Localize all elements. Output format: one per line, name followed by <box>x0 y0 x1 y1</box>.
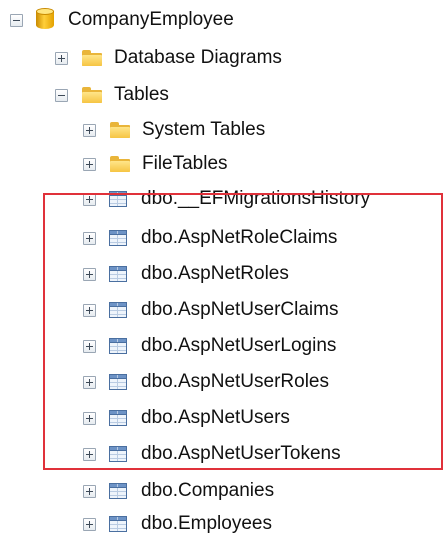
tree-node-label: dbo.AspNetRoles <box>141 263 289 284</box>
object-explorer-tree: CompanyEmployee Database Diagrams Tables… <box>0 0 445 540</box>
expand-toggle-icon[interactable] <box>83 157 96 171</box>
table-icon <box>109 410 127 426</box>
tree-node-label: FileTables <box>142 153 228 174</box>
folder-icon <box>81 86 103 104</box>
tree-node-table[interactable]: dbo.Employees <box>83 506 272 542</box>
folder-icon <box>109 121 131 139</box>
expand-toggle-icon[interactable] <box>83 267 96 281</box>
tree-node-table[interactable]: dbo.AspNetUserTokens <box>83 436 341 472</box>
table-icon <box>109 230 127 246</box>
table-icon <box>109 302 127 318</box>
tree-node-label: dbo.AspNetUserClaims <box>141 299 339 320</box>
tree-node-table[interactable]: dbo.Companies <box>83 473 274 509</box>
tree-node-label: Database Diagrams <box>114 47 282 68</box>
expand-toggle-icon[interactable] <box>83 484 96 498</box>
tree-node-label: Tables <box>114 84 169 105</box>
tree-node-label: dbo.Companies <box>141 480 275 501</box>
table-icon <box>109 516 127 532</box>
expand-toggle-icon[interactable] <box>83 411 96 425</box>
table-icon <box>109 374 127 390</box>
expand-toggle-icon[interactable] <box>83 123 96 137</box>
tree-node-label: dbo.Employees <box>141 513 272 534</box>
tree-node-table[interactable]: dbo.AspNetUserRoles <box>83 364 329 400</box>
expand-toggle-icon[interactable] <box>83 231 96 245</box>
expand-toggle-icon[interactable] <box>83 517 96 531</box>
tree-node-label: System Tables <box>142 119 266 140</box>
tree-node-database-diagrams[interactable]: Database Diagrams <box>55 40 282 76</box>
tree-node-label: dbo.AspNetUserLogins <box>141 335 337 356</box>
database-icon <box>36 8 54 32</box>
folder-icon <box>109 155 131 173</box>
tree-node-label: dbo.AspNetUsers <box>141 407 290 428</box>
tree-node-table[interactable]: dbo.__EFMigrationsHistory <box>83 181 370 217</box>
tree-node-table[interactable]: dbo.AspNetRoleClaims <box>83 220 337 256</box>
tree-node-table[interactable]: dbo.AspNetUserLogins <box>83 328 336 364</box>
tree-node-tables[interactable]: Tables <box>55 77 169 113</box>
tree-node-label: dbo.AspNetRoleClaims <box>141 227 338 248</box>
table-icon <box>109 191 127 207</box>
expand-toggle-icon[interactable] <box>83 192 96 206</box>
tree-node-label: dbo.AspNetUserTokens <box>141 443 341 464</box>
expand-toggle-icon[interactable] <box>83 303 96 317</box>
tree-node-label: CompanyEmployee <box>68 9 234 30</box>
folder-icon <box>81 49 103 67</box>
tree-node-label: dbo.AspNetUserRoles <box>141 371 329 392</box>
tree-node-label: dbo.__EFMigrationsHistory <box>141 188 371 209</box>
tree-node-file-tables[interactable]: FileTables <box>83 146 228 182</box>
tree-node-table[interactable]: dbo.AspNetUsers <box>83 400 290 436</box>
tree-node-database[interactable]: CompanyEmployee <box>10 2 234 38</box>
tree-node-table[interactable]: dbo.AspNetUserClaims <box>83 292 338 328</box>
table-icon <box>109 266 127 282</box>
table-icon <box>109 483 127 499</box>
table-icon <box>109 338 127 354</box>
table-icon <box>109 446 127 462</box>
expand-toggle-icon[interactable] <box>83 447 96 461</box>
expand-toggle-icon[interactable] <box>55 51 68 65</box>
tree-node-system-tables[interactable]: System Tables <box>83 112 265 148</box>
collapse-toggle-icon[interactable] <box>55 88 68 102</box>
collapse-toggle-icon[interactable] <box>10 13 23 27</box>
expand-toggle-icon[interactable] <box>83 339 96 353</box>
tree-node-table[interactable]: dbo.AspNetRoles <box>83 256 289 292</box>
expand-toggle-icon[interactable] <box>83 375 96 389</box>
